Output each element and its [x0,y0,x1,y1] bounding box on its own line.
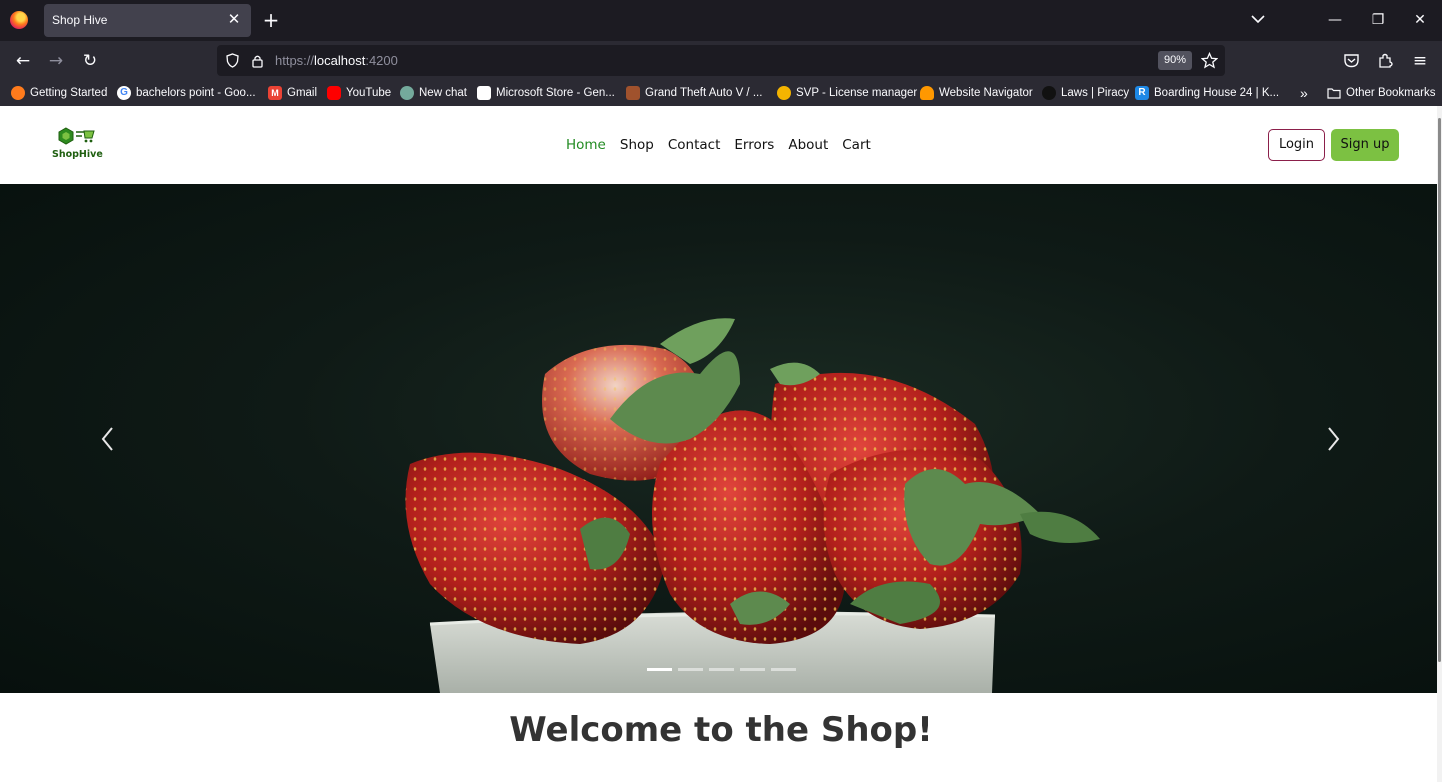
carousel-indicator-1[interactable] [647,668,672,671]
page-scrollbar[interactable] [1437,106,1442,782]
other-bookmarks[interactable]: Other Bookmarks [1327,85,1435,101]
carousel-prev-button[interactable] [96,424,120,454]
bookmark-label: Grand Theft Auto V / ... [645,87,763,99]
extensions-icon[interactable] [1377,52,1394,69]
folder-icon [1327,88,1341,99]
gta-icon [626,86,640,100]
shophive-logo[interactable]: ShopHive [50,126,106,162]
menu-link-about[interactable]: About [788,137,828,153]
firefox-icon [10,11,28,29]
main-menu: Home Shop Contact Errors About Cart [566,137,871,153]
site-header: ShopHive Home Shop Contact Errors About … [0,106,1437,184]
menu-link-shop[interactable]: Shop [620,137,654,153]
pocket-icon[interactable] [1343,52,1360,69]
carousel-next-button[interactable] [1321,424,1345,454]
menu-link-contact[interactable]: Contact [668,137,721,153]
shield-icon[interactable] [225,53,240,68]
strawberries-image [405,318,1100,693]
bookmark-label: Getting Started [30,87,108,99]
bookmark-label: New chat [419,87,467,99]
bookmark-label: Boarding House 24 | K... [1154,87,1280,99]
bookmark-bachelors-point[interactable]: G bachelors point - Goo... [117,85,256,101]
list-all-tabs-icon[interactable] [1249,10,1267,28]
menu-link-errors[interactable]: Errors [734,137,774,153]
carousel-indicator-3[interactable] [709,668,734,671]
login-button[interactable]: Login [1268,129,1325,161]
gmail-icon: M [268,86,282,100]
close-tab-icon[interactable]: ✕ [225,10,243,28]
bookmark-label: YouTube [346,87,392,99]
carousel-indicator-4[interactable] [740,668,765,671]
more-bookmarks-chevron-icon[interactable]: » [1300,85,1308,101]
bookmark-label: Laws | Piracy [1061,87,1130,99]
navigator-icon [920,86,934,100]
bookmark-new-chat[interactable]: New chat [400,85,467,101]
lock-icon[interactable] [250,53,265,68]
url-bar[interactable]: https://localhost:4200 90% [217,45,1225,76]
url-scheme: https:// [275,53,315,68]
menu-link-cart[interactable]: Cart [842,137,871,153]
store-bag-icon [477,86,491,100]
bookmarks-toolbar: Getting Started G bachelors point - Goo.… [0,80,1442,106]
minimize-icon[interactable]: — [1322,9,1348,31]
page-content: ShopHive Home Shop Contact Errors About … [0,106,1442,782]
bookmark-laws-piracy[interactable]: Laws | Piracy [1042,85,1129,101]
url-port: :4200 [365,53,398,68]
bookmark-svp[interactable]: SVP - License manager [777,85,917,101]
zoom-badge[interactable]: 90% [1158,51,1192,70]
forward-icon[interactable]: → [45,50,67,72]
bookmark-star-icon[interactable] [1201,52,1218,69]
bookmark-label: Gmail [287,87,318,99]
bookmark-website-navigator[interactable]: Website Navigator [920,85,1033,101]
logo-text: ShopHive [52,149,103,160]
bookmark-getting-started[interactable]: Getting Started [11,85,107,101]
close-window-icon[interactable]: ✕ [1407,9,1433,31]
navigation-toolbar: ← → ↻ https://localhost:4200 90% ≡ [0,41,1442,80]
chevron-right-icon [1328,427,1340,451]
tab-title: Shop Hive [52,13,108,27]
menu-hamburger-icon[interactable]: ≡ [1409,50,1431,72]
new-tab-icon[interactable]: + [260,9,282,31]
bookmark-microsoft-store[interactable]: Microsoft Store - Gen... [477,85,615,101]
carousel-indicator-5[interactable] [771,668,796,671]
youtube-icon [327,86,341,100]
google-icon: G [117,86,131,100]
hero-carousel [0,184,1442,693]
hive-cart-logo-icon [58,127,95,145]
url-text[interactable]: https://localhost:4200 [275,53,398,68]
chevron-left-icon [101,427,113,451]
reload-icon[interactable]: ↻ [79,50,101,72]
other-bookmarks-label: Other Bookmarks [1346,87,1436,99]
url-host: localhost [314,53,366,68]
svp-icon [777,86,791,100]
pirate-icon [1042,86,1056,100]
bookmark-youtube[interactable]: YouTube [327,85,391,101]
carousel-indicator-2[interactable] [678,668,703,671]
bookmark-label: Microsoft Store - Gen... [496,87,615,99]
signup-button[interactable]: Sign up [1331,129,1399,161]
firefox-icon [11,86,25,100]
tab-shop-hive[interactable]: Shop Hive ✕ [44,4,251,37]
carousel-indicators [647,668,796,671]
scrollbar-thumb[interactable] [1438,118,1441,662]
bookmark-label: SVP - License manager [796,87,918,99]
menu-link-home[interactable]: Home [566,137,606,153]
boarding-house-icon: R [1135,86,1149,100]
browser-chrome: Shop Hive ✕ + — ❐ ✕ ← → ↻ https://localh… [0,0,1442,106]
chatgpt-icon [400,86,414,100]
restore-icon[interactable]: ❐ [1365,9,1391,31]
tab-strip: Shop Hive ✕ + — ❐ ✕ [0,0,1442,41]
welcome-heading: Welcome to the Shop! [509,710,933,750]
bookmark-label: Website Navigator [939,87,1033,99]
bookmark-label: bachelors point - Goo... [136,87,256,99]
back-icon[interactable]: ← [12,50,34,72]
bookmark-gmail[interactable]: M Gmail [268,85,317,101]
bookmark-gta[interactable]: Grand Theft Auto V / ... [626,85,762,101]
bookmark-boarding-house[interactable]: R Boarding House 24 | K... [1135,85,1279,101]
